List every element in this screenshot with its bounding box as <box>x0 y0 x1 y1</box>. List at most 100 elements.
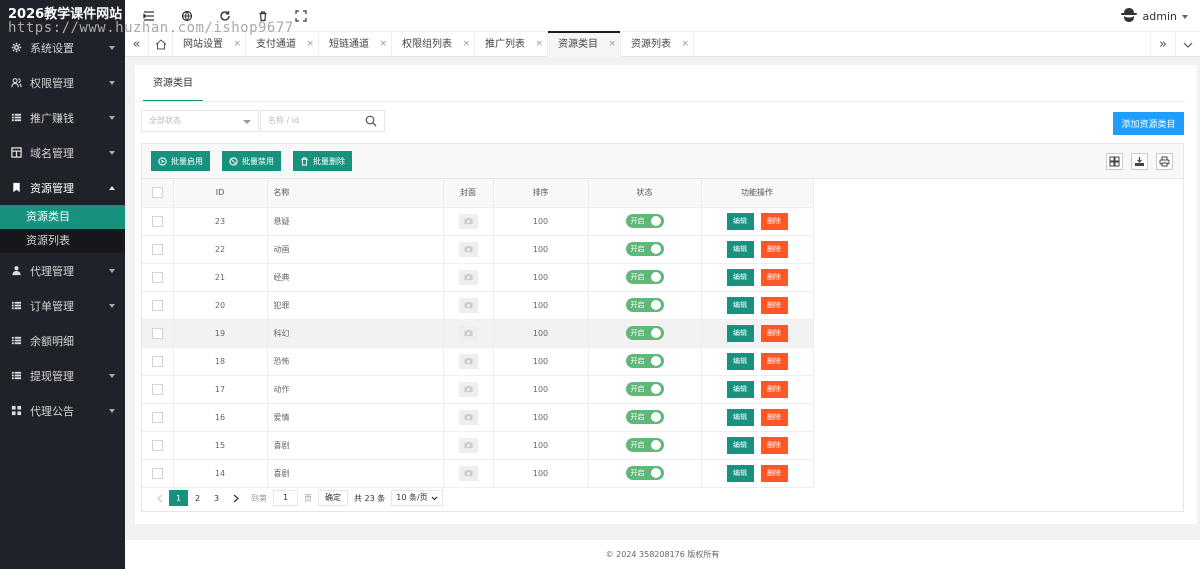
col-name[interactable]: 名称 <box>267 179 444 208</box>
row-checkbox[interactable] <box>151 243 163 255</box>
row-checkbox-cell[interactable] <box>142 347 174 376</box>
image-placeholder-icon[interactable] <box>458 437 478 453</box>
home-tab-icon[interactable] <box>149 32 173 57</box>
menu-fold-icon[interactable] <box>143 10 155 22</box>
edit-button[interactable]: 编辑 <box>726 324 754 342</box>
close-icon[interactable]: × <box>535 32 543 57</box>
sidebar-item-7[interactable]: 余额明细 <box>0 323 125 358</box>
row-checkbox[interactable] <box>151 467 163 479</box>
row-checkbox[interactable] <box>151 215 163 227</box>
image-placeholder-icon[interactable] <box>458 213 478 229</box>
delete-button[interactable]: 删除 <box>760 240 788 258</box>
col-id[interactable]: ID <box>173 179 268 208</box>
page-1[interactable]: 1 <box>169 490 188 506</box>
edit-button[interactable]: 编辑 <box>726 352 754 370</box>
close-icon[interactable]: × <box>379 32 387 57</box>
sidebar-item-1[interactable]: 权限管理 <box>0 65 125 100</box>
batch-enable-button[interactable]: 批量启用 <box>151 151 210 171</box>
image-placeholder-icon[interactable] <box>458 353 478 369</box>
sidebar-item-3[interactable]: 域名管理 <box>0 135 125 170</box>
user-menu[interactable]: admin <box>1120 7 1188 26</box>
edit-button[interactable]: 编辑 <box>726 408 754 426</box>
delete-button[interactable]: 删除 <box>760 352 788 370</box>
goto-page-input[interactable]: 1 <box>273 490 298 506</box>
row-checkbox-cell[interactable] <box>142 375 174 404</box>
edit-button[interactable]: 编辑 <box>726 212 754 230</box>
status-toggle[interactable]: 开启 <box>625 410 664 424</box>
col-status[interactable]: 状态 <box>588 179 702 208</box>
website-icon[interactable] <box>181 10 193 22</box>
row-checkbox-cell[interactable] <box>142 431 174 460</box>
select-all-checkbox[interactable] <box>151 187 163 199</box>
close-icon[interactable]: × <box>681 32 689 57</box>
edit-button[interactable]: 编辑 <box>726 240 754 258</box>
row-checkbox[interactable] <box>151 411 163 423</box>
tab-4[interactable]: 推广列表 × <box>475 32 548 57</box>
select-all-checkbox-cell[interactable] <box>142 179 174 208</box>
row-checkbox-cell[interactable] <box>142 235 174 264</box>
delete-button[interactable]: 删除 <box>760 212 788 230</box>
tab-1[interactable]: 支付通道 × <box>246 32 319 57</box>
row-checkbox-cell[interactable] <box>142 291 174 320</box>
status-toggle[interactable]: 开启 <box>625 270 664 284</box>
sidebar-subitem-1[interactable]: 资源列表 <box>0 229 125 253</box>
tab-scroll-left-icon[interactable]: « <box>125 32 149 57</box>
page-3[interactable]: 3 <box>207 490 226 506</box>
status-toggle[interactable]: 开启 <box>625 438 664 452</box>
sidebar-item-2[interactable]: 推广赚钱 <box>0 100 125 135</box>
row-checkbox-cell[interactable] <box>142 319 174 348</box>
columns-filter-icon[interactable] <box>1106 153 1123 170</box>
delete-button[interactable]: 删除 <box>760 268 788 286</box>
search-input[interactable]: 名称 / id <box>260 110 385 132</box>
add-category-button[interactable]: 添加资源类目 <box>1113 112 1184 135</box>
next-page-icon[interactable] <box>226 490 245 506</box>
close-icon[interactable]: × <box>306 32 314 57</box>
refresh-icon[interactable] <box>219 10 231 22</box>
image-placeholder-icon[interactable] <box>458 465 478 481</box>
image-placeholder-icon[interactable] <box>458 409 478 425</box>
row-checkbox[interactable] <box>151 383 163 395</box>
edit-button[interactable]: 编辑 <box>726 296 754 314</box>
image-placeholder-icon[interactable] <box>458 241 478 257</box>
tab-2[interactable]: 短链通道 × <box>319 32 392 57</box>
tab-5[interactable]: 资源类目 × <box>548 31 621 57</box>
status-toggle[interactable]: 开启 <box>625 326 664 340</box>
close-icon[interactable]: × <box>462 32 470 57</box>
col-cover[interactable]: 封面 <box>443 179 494 208</box>
fullscreen-icon[interactable] <box>295 10 307 22</box>
sidebar-item-0[interactable]: 系统设置 <box>0 30 125 65</box>
sidebar-item-9[interactable]: 代理公告 <box>0 393 125 428</box>
card-tab-title[interactable]: 资源类目 <box>143 65 203 102</box>
tab-0[interactable]: 网站设置 × <box>173 32 246 57</box>
status-toggle[interactable]: 开启 <box>625 466 664 480</box>
image-placeholder-icon[interactable] <box>458 297 478 313</box>
search-icon[interactable] <box>365 115 377 135</box>
delete-button[interactable]: 删除 <box>760 296 788 314</box>
delete-button[interactable]: 删除 <box>760 408 788 426</box>
edit-button[interactable]: 编辑 <box>726 380 754 398</box>
row-checkbox-cell[interactable] <box>142 403 174 432</box>
edit-button[interactable]: 编辑 <box>726 436 754 454</box>
status-select[interactable]: 全部状态 <box>141 110 259 132</box>
row-checkbox-cell[interactable] <box>142 207 174 236</box>
image-placeholder-icon[interactable] <box>458 269 478 285</box>
delete-button[interactable]: 删除 <box>760 464 788 482</box>
sidebar-item-5[interactable]: 代理管理 <box>0 253 125 288</box>
status-toggle[interactable]: 开启 <box>625 242 664 256</box>
row-checkbox-cell[interactable] <box>142 459 174 488</box>
edit-button[interactable]: 编辑 <box>726 268 754 286</box>
status-toggle[interactable]: 开启 <box>625 354 664 368</box>
row-checkbox-cell[interactable] <box>142 263 174 292</box>
page-2[interactable]: 2 <box>188 490 207 506</box>
close-icon[interactable]: × <box>233 32 241 57</box>
batch-delete-button[interactable]: 批量删除 <box>293 151 352 171</box>
page-size-select[interactable]: 10 条/页 <box>391 490 443 506</box>
status-toggle[interactable]: 开启 <box>625 382 664 396</box>
sidebar-subitem-0[interactable]: 资源类目 <box>0 205 125 229</box>
row-checkbox[interactable] <box>151 355 163 367</box>
edit-button[interactable]: 编辑 <box>726 464 754 482</box>
sidebar-item-4[interactable]: 资源管理 <box>0 170 125 205</box>
tab-scroll-right-icon[interactable]: » <box>1150 32 1175 57</box>
goto-confirm-button[interactable]: 确定 <box>318 490 348 506</box>
tab-6[interactable]: 资源列表 × <box>621 32 694 57</box>
